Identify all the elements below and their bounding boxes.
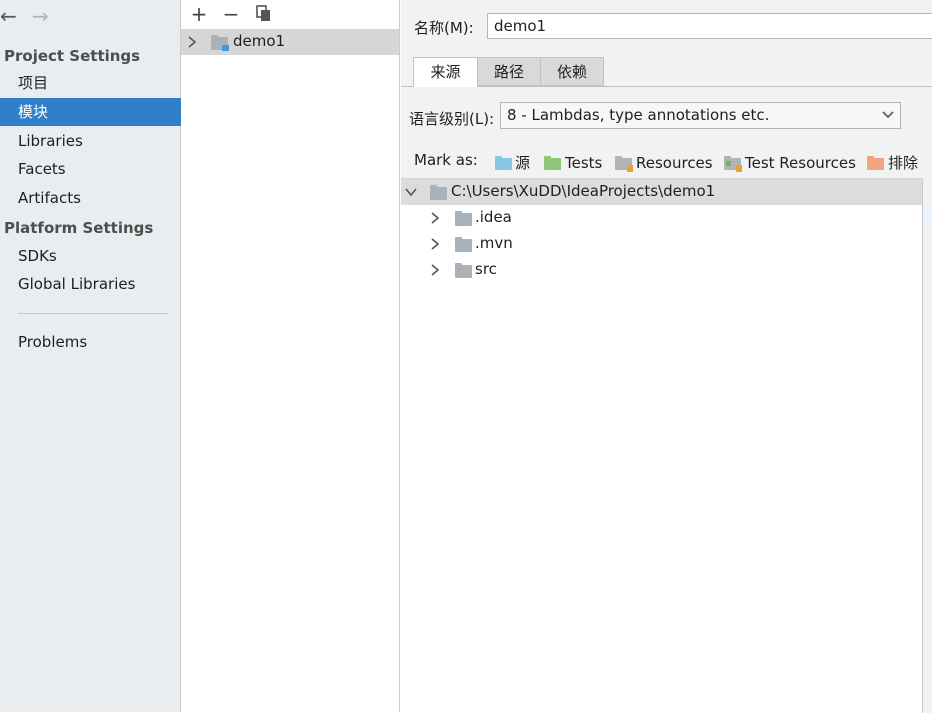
test-resources-folder-icon <box>724 156 742 172</box>
chevron-right-icon[interactable] <box>428 211 442 225</box>
module-list-panel: + − demo1 <box>181 0 400 712</box>
chevron-right-icon[interactable] <box>428 263 442 277</box>
module-name-field[interactable] <box>487 13 932 39</box>
tree-item-label: .idea <box>475 208 512 226</box>
chevron-right-icon[interactable] <box>428 237 442 251</box>
tree-root-row[interactable]: C:\Users\XuDD\IdeaProjects\demo1 <box>401 179 923 205</box>
excluded-folder-icon <box>867 156 884 170</box>
sidebar-item-sdks[interactable]: SDKs <box>0 242 181 270</box>
chevron-right-icon[interactable] <box>185 35 199 49</box>
mark-as-sources[interactable]: 源 <box>495 153 530 173</box>
mark-as-label: Mark as: <box>414 151 478 169</box>
sidebar-item-global-libraries[interactable]: Global Libraries <box>0 270 181 298</box>
tree-item-label: .mvn <box>475 234 513 252</box>
sidebar-divider <box>18 313 168 314</box>
tree-scrollbar[interactable] <box>922 178 932 713</box>
name-label: 名称(M): <box>414 19 474 37</box>
right-edge-panel <box>924 207 932 229</box>
module-name: demo1 <box>233 32 286 50</box>
mark-as-tests[interactable]: Tests <box>544 153 602 173</box>
platform-settings-header: Platform Settings <box>4 219 154 237</box>
module-detail-panel: 名称(M): 路径 依赖 来源 语言级别(L): 8 - Lambdas, ty… <box>401 0 932 714</box>
sidebar-item-artifacts[interactable]: Artifacts <box>0 184 181 212</box>
name-bar: 名称(M): 路径 依赖 来源 <box>401 0 932 87</box>
plus-icon[interactable]: + <box>188 3 210 25</box>
content-root-tree: C:\Users\XuDD\IdeaProjects\demo1 .idea .… <box>401 178 923 714</box>
project-settings-header: Project Settings <box>4 47 141 65</box>
tree-root-path: C:\Users\XuDD\IdeaProjects\demo1 <box>451 182 716 200</box>
folder-icon <box>430 185 447 200</box>
language-level-value: 8 - Lambdas, type annotations etc. <box>507 106 770 124</box>
sidebar-item-facets[interactable]: Facets <box>0 155 181 183</box>
tests-folder-icon <box>544 156 561 170</box>
sidebar-item-problems[interactable]: Problems <box>0 328 181 356</box>
tree-row-src[interactable]: src <box>401 257 923 283</box>
module-folder-icon <box>211 35 229 51</box>
sources-tab-content: 语言级别(L): 8 - Lambdas, type annotations e… <box>401 86 932 714</box>
sidebar-item-libraries[interactable]: Libraries <box>0 127 181 155</box>
tree-row-idea[interactable]: .idea <box>401 205 923 231</box>
settings-sidebar: ← → Project Settings 项目 模块 Libraries Fac… <box>0 0 181 712</box>
mark-as-resources[interactable]: Resources <box>615 153 713 173</box>
tree-row-mvn[interactable]: .mvn <box>401 231 923 257</box>
mark-as-excluded[interactable]: 排除 <box>867 153 918 173</box>
copy-icon[interactable] <box>253 3 275 25</box>
sidebar-item-project[interactable]: 项目 <box>0 69 181 97</box>
language-level-label: 语言级别(L): <box>409 110 495 128</box>
folder-icon <box>455 263 472 278</box>
minus-icon[interactable]: − <box>220 3 242 25</box>
sources-folder-icon <box>495 156 512 170</box>
mark-as-test-resources[interactable]: Test Resources <box>724 153 856 173</box>
resources-folder-icon <box>615 156 633 172</box>
tree-item-label: src <box>475 260 497 278</box>
chevron-down-icon <box>882 111 894 119</box>
folder-icon <box>455 237 472 252</box>
folder-icon <box>455 211 472 226</box>
tab-dependencies[interactable]: 依赖 <box>540 57 604 86</box>
tab-sources[interactable]: 来源 <box>413 57 478 87</box>
module-item-demo1[interactable]: demo1 <box>181 29 399 55</box>
arrow-right-icon[interactable]: → <box>32 5 49 27</box>
chevron-down-icon[interactable] <box>404 185 418 199</box>
sidebar-item-modules[interactable]: 模块 <box>0 98 181 126</box>
language-level-select[interactable]: 8 - Lambdas, type annotations etc. <box>500 102 901 129</box>
tab-paths[interactable]: 路径 <box>477 57 541 86</box>
arrow-left-icon[interactable]: ← <box>0 5 17 27</box>
